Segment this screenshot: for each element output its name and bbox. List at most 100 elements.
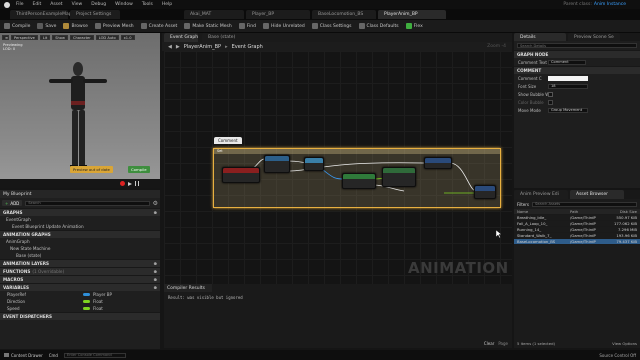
viewport-compile-button[interactable]: Compile [128, 166, 150, 173]
animation-graphs-section[interactable]: ANIMATION GRAPHS [0, 230, 160, 238]
comment-box[interactable]: Set [213, 148, 501, 208]
blueprint-search-input[interactable]: Search [25, 200, 150, 206]
pause-icon[interactable] [135, 181, 139, 186]
preview-mesh-button[interactable]: Preview Mesh [94, 23, 134, 29]
event-graph-item[interactable]: EventGraph [0, 216, 160, 223]
compile-button[interactable]: Compile [4, 23, 30, 29]
perspective-button[interactable]: Perspective [11, 35, 38, 40]
set-direction-node[interactable] [474, 185, 496, 199]
menu-tools[interactable]: Tools [142, 2, 153, 7]
add-graph-icon[interactable]: ⊕ [153, 210, 157, 215]
functions-section[interactable]: FUNCTIONS (1 Overridable) ⊕ [0, 267, 160, 275]
comment-section[interactable]: COMMENT [514, 66, 640, 74]
details-search-input[interactable]: Search Details [517, 43, 637, 48]
add-button[interactable]: + ADD [2, 200, 23, 206]
view-options-button[interactable]: View Options [612, 341, 637, 346]
cmd-dropdown[interactable]: Cmd [49, 353, 58, 358]
event-dispatchers-section[interactable]: EVENT DISPATCHERS [0, 312, 160, 320]
variable-row[interactable]: Direction Float [0, 298, 160, 305]
tab-base-state[interactable]: Base (state) [202, 33, 235, 42]
show-bubble-checkbox[interactable] [548, 91, 553, 97]
add-function-icon[interactable]: ⊕ [153, 269, 157, 274]
character-button[interactable]: Character [69, 35, 94, 40]
animation-layers-section[interactable]: ANIMATION LAYERS ⊕ [0, 259, 160, 267]
anim-graph-item[interactable]: AnimGraph [0, 238, 160, 245]
tab-akai-mat[interactable]: Akai_MAT [184, 10, 244, 19]
tab-details[interactable]: Details [514, 33, 566, 41]
comment-text-field[interactable]: Comment [548, 59, 586, 65]
calculate-direction-node[interactable] [382, 167, 416, 187]
font-size-field[interactable]: 18 [548, 83, 588, 89]
content-drawer-button[interactable]: Content Drawer [4, 353, 43, 358]
tab-playeranim-bp[interactable]: PlayerAnim_BP [378, 10, 446, 19]
add-variable-icon[interactable]: ⊕ [153, 285, 157, 290]
add-layer-icon[interactable]: ⊕ [153, 261, 157, 266]
make-static-mesh-button[interactable]: Make Static Mesh [184, 23, 232, 29]
play-icon[interactable] [128, 181, 132, 186]
state-machine-item[interactable]: New State Machine [0, 245, 160, 252]
graph-node-section[interactable]: GRAPH NODE [514, 50, 640, 58]
tab-player-bp[interactable]: Player_BP [246, 10, 310, 19]
class-defaults-button[interactable]: Class Defaults [358, 23, 399, 29]
parent-class-value[interactable]: Anim Instance [594, 2, 626, 7]
menu-asset[interactable]: Asset [50, 2, 62, 7]
variable-row[interactable]: Speed Float [0, 305, 160, 312]
tab-asset-browser[interactable]: Asset Browser [570, 190, 624, 199]
tab-preview-scene[interactable]: Preview Scene Se [568, 33, 620, 41]
move-mode-dropdown[interactable]: Group Movement [548, 107, 588, 113]
try-get-pawn-node[interactable] [264, 155, 290, 173]
menu-view[interactable]: View [72, 2, 83, 7]
lod-button[interactable]: LOD Auto [95, 35, 119, 40]
cast-node[interactable] [304, 157, 324, 171]
hide-unrelated-button[interactable]: Hide Unrelated [263, 23, 305, 29]
variable-row[interactable]: PlayerRef Player BP [0, 291, 160, 298]
show-button[interactable]: Show [52, 35, 68, 40]
asset-search-input[interactable]: Search Assets [532, 201, 637, 207]
class-settings-button[interactable]: Class Settings [311, 23, 352, 29]
color-bubble-checkbox[interactable] [548, 99, 553, 105]
menu-debug[interactable]: Debug [91, 2, 106, 7]
console-command-input[interactable]: Enter Console Command [63, 352, 126, 358]
event-update-node[interactable] [222, 167, 260, 183]
forward-arrow-icon[interactable]: ▶ [176, 44, 180, 50]
filters-button[interactable]: Filters [517, 202, 529, 207]
create-asset-button[interactable]: Create Asset [140, 23, 177, 29]
find-button[interactable]: Find [238, 23, 256, 29]
unreal-logo-icon[interactable] [4, 1, 10, 8]
clear-button[interactable]: Clear [484, 341, 494, 346]
tab-baselocomotion[interactable]: BaseLocomotion_BS [312, 10, 376, 19]
tab-project-settings[interactable]: Project Settings [70, 10, 120, 19]
back-arrow-icon[interactable]: ◀ [168, 44, 172, 50]
get-velocity-node[interactable] [342, 173, 376, 189]
macros-section[interactable]: MACROS ⊕ [0, 275, 160, 283]
variables-section[interactable]: VARIABLES ⊕ [0, 283, 160, 291]
save-button[interactable]: Save [37, 23, 56, 29]
asset-row-selected[interactable]: BaseLocomotion_BS/Game/ThirdP 79.437 KiB [514, 239, 640, 245]
page-button[interactable]: Page [498, 341, 508, 346]
base-state-item[interactable]: Base (state) [0, 252, 160, 259]
tab-event-graph[interactable]: Event Graph [164, 33, 198, 42]
breadcrumb-root[interactable]: PlayerAnim_BP [184, 44, 221, 50]
record-icon[interactable] [120, 181, 125, 186]
tab-project-map[interactable]: ThirdPersonExampleMap [10, 10, 72, 19]
set-speed-node[interactable] [424, 157, 452, 169]
add-macro-icon[interactable]: ⊕ [153, 277, 157, 282]
lit-button[interactable]: Lit [39, 35, 51, 40]
menu-edit[interactable]: Edit [33, 2, 42, 7]
settings-gear-icon[interactable]: ⚙ [153, 200, 158, 207]
play-button[interactable]: Flex [405, 23, 423, 29]
comment-tab[interactable]: Comment [214, 137, 242, 144]
speed-button[interactable]: x1.0 [120, 35, 135, 40]
graphs-section[interactable]: GRAPHS ⊕ [0, 208, 160, 216]
event-node-item[interactable]: Event Blueprint Update Animation [0, 223, 160, 230]
comment-color-swatch[interactable] [548, 75, 588, 81]
viewport-menu-button[interactable]: ≡ [2, 35, 9, 40]
browse-button[interactable]: Browse [63, 23, 88, 29]
menu-help[interactable]: Help [162, 2, 172, 7]
tab-anim-preview-editor[interactable]: Anim Preview Edi [514, 190, 568, 199]
preview-viewport[interactable]: ≡ Perspective Lit Show Character LOD Aut… [0, 33, 160, 188]
breadcrumb-leaf[interactable]: Event Graph [232, 44, 263, 50]
menu-window[interactable]: Window [115, 2, 133, 7]
source-control-status[interactable]: Source Control Off [599, 353, 636, 358]
menu-file[interactable]: File [16, 2, 24, 7]
